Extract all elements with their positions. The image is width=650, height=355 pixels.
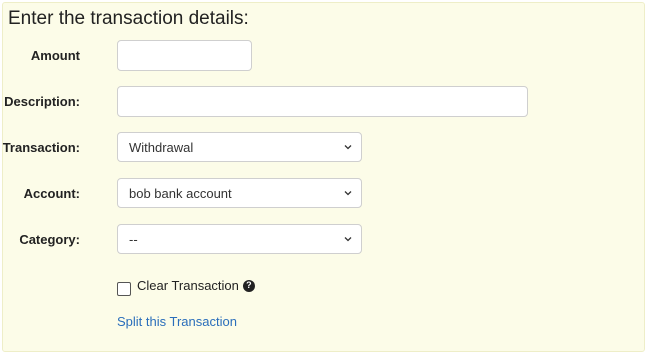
category-select-value: -- bbox=[129, 231, 138, 247]
description-input[interactable] bbox=[117, 86, 528, 117]
chevron-down-icon bbox=[343, 188, 353, 198]
account-label: Account: bbox=[23, 186, 80, 201]
form-title: Enter the transaction details: bbox=[8, 8, 249, 29]
clear-transaction-checkbox[interactable] bbox=[117, 282, 131, 296]
transaction-form-panel: Enter the transaction details: Amount De… bbox=[2, 2, 645, 352]
description-label: Description: bbox=[4, 94, 80, 109]
transaction-select[interactable]: Withdrawal bbox=[117, 132, 362, 162]
split-transaction-link[interactable]: Split this Transaction bbox=[117, 314, 237, 329]
transaction-select-value: Withdrawal bbox=[129, 139, 194, 155]
chevron-down-icon bbox=[343, 234, 353, 244]
clear-transaction-text: Clear Transaction bbox=[137, 278, 239, 293]
amount-input[interactable] bbox=[117, 40, 252, 71]
category-select[interactable]: -- bbox=[117, 224, 362, 254]
transaction-label: Transaction: bbox=[2, 140, 80, 155]
question-circle-icon[interactable]: ? bbox=[242, 279, 255, 292]
account-select[interactable]: bob bank account bbox=[117, 178, 362, 208]
amount-label: Amount bbox=[30, 48, 80, 63]
chevron-down-icon bbox=[343, 142, 353, 152]
account-select-value: bob bank account bbox=[129, 185, 232, 201]
category-label: Category: bbox=[19, 232, 80, 247]
clear-transaction-label[interactable]: Clear Transaction ? bbox=[137, 278, 255, 293]
